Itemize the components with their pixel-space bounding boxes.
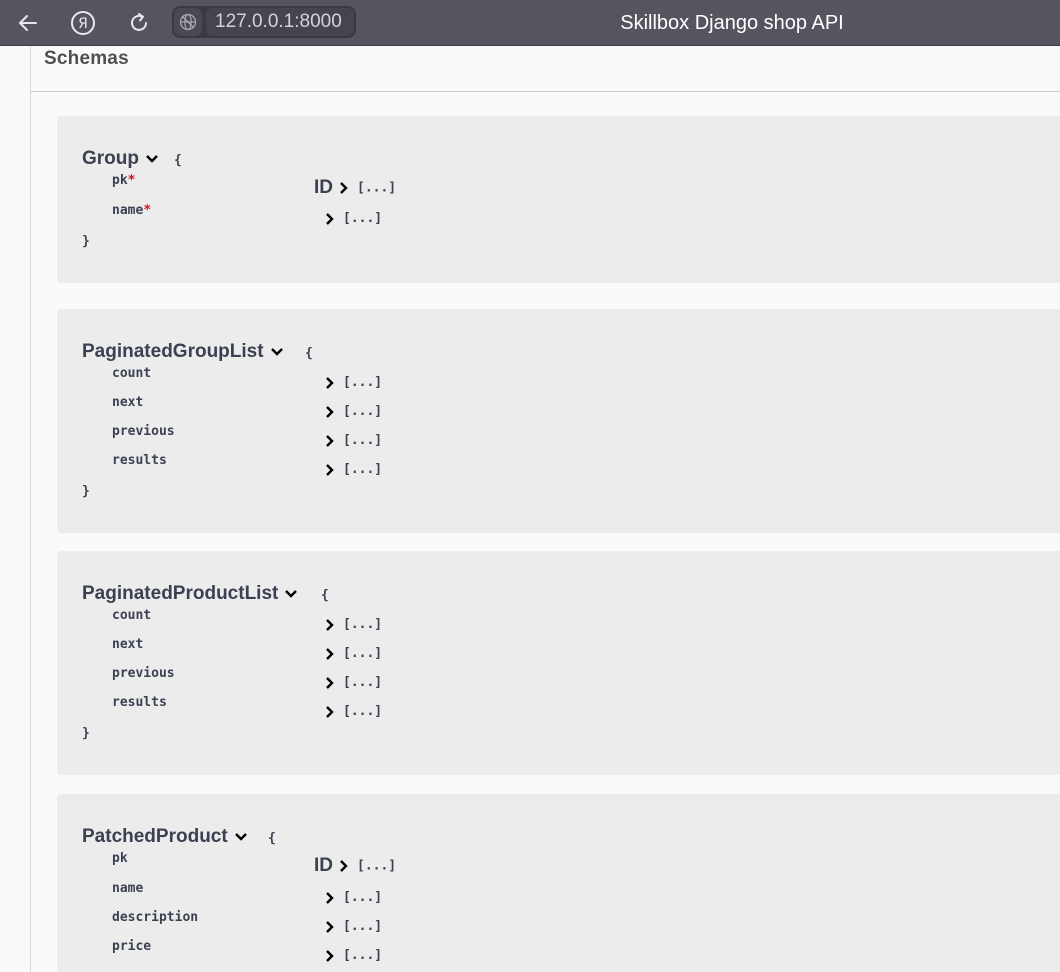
model-name[interactable]: PatchedProduct [82, 826, 248, 848]
model-paginated-product-list: PaginatedProductList { count next previo… [57, 551, 1060, 775]
property-previous: previous [112, 424, 175, 439]
chevron-right-icon[interactable] [325, 405, 335, 419]
property-value[interactable]: [...] [325, 433, 382, 448]
property-count: count [112, 366, 152, 381]
close-brace: } [82, 726, 90, 741]
model-name-label: PatchedProduct [82, 826, 228, 847]
address-bar[interactable]: 127.0.0.1:8000 [172, 6, 356, 38]
chevron-right-icon[interactable] [325, 618, 335, 632]
property-count: count [112, 608, 152, 623]
property-value[interactable]: [...] [325, 617, 382, 632]
property-next: next [112, 637, 144, 652]
property-value[interactable]: [...] [325, 948, 382, 963]
type-label: ID [314, 177, 333, 198]
property-value[interactable]: [...] [325, 675, 382, 690]
close-brace: } [82, 234, 90, 249]
collapsed-value: [...] [343, 890, 383, 905]
property-value[interactable]: [...] [325, 890, 382, 905]
property-results: results [112, 695, 167, 710]
property-value[interactable]: [...] [325, 462, 382, 477]
chevron-down-icon[interactable] [284, 589, 298, 599]
chevron-right-icon[interactable] [325, 891, 335, 905]
property-value[interactable]: [...] [325, 375, 382, 390]
chevron-right-icon[interactable] [325, 647, 335, 661]
model-name-label: Group [82, 148, 139, 169]
chevron-right-icon[interactable] [339, 181, 349, 195]
property-price: price [112, 939, 152, 954]
property-pk: pk* [112, 173, 135, 188]
required-marker: * [143, 203, 152, 218]
property-value[interactable]: [...] [325, 404, 382, 419]
chevron-right-icon[interactable] [339, 859, 349, 873]
model-name[interactable]: Group [82, 148, 159, 170]
chevron-right-icon[interactable] [325, 212, 335, 226]
collapsed-value: [...] [343, 919, 383, 934]
back-arrow-icon[interactable] [13, 8, 43, 38]
reload-icon[interactable] [124, 8, 154, 38]
model-paginated-group-list: PaginatedGroupList { count next previous… [57, 309, 1060, 533]
model-name[interactable]: PaginatedProductList [82, 583, 298, 605]
model-name-label: PaginatedGroupList [82, 341, 264, 362]
open-brace: { [321, 588, 329, 603]
collapsed-value: [...] [343, 948, 383, 963]
collapsed-value: [...] [343, 675, 383, 690]
collapsed-value: [...] [343, 462, 383, 477]
collapsed-value: [...] [343, 704, 383, 719]
collapsed-value: [...] [343, 433, 383, 448]
collapsed-value: [...] [357, 180, 397, 196]
property-value[interactable]: [...] [325, 211, 382, 226]
model-name[interactable]: PaginatedGroupList [82, 341, 284, 363]
collapsed-value: [...] [343, 617, 383, 632]
property-name: name* [112, 203, 151, 218]
svg-text:Я: Я [78, 16, 88, 32]
chevron-right-icon[interactable] [325, 920, 335, 934]
model-name-label: PaginatedProductList [82, 583, 279, 604]
collapsed-value: [...] [343, 211, 383, 226]
property-value[interactable]: [...] [325, 646, 382, 661]
property-value[interactable]: ID [...] [314, 855, 396, 877]
property-value[interactable]: ID [...] [314, 177, 396, 199]
open-brace: { [268, 831, 276, 846]
required-marker: * [127, 173, 136, 188]
schemas-title: Schemas [44, 48, 129, 69]
collapsed-value: [...] [343, 375, 383, 390]
globe-icon[interactable] [174, 8, 202, 36]
model-group: Group { pk* name* ID [...] [...] } [57, 116, 1060, 283]
property-value[interactable]: [...] [325, 704, 382, 719]
chevron-right-icon[interactable] [325, 376, 335, 390]
type-label: ID [314, 855, 333, 876]
property-pk: pk [112, 851, 128, 866]
close-brace: } [82, 484, 90, 499]
property-value[interactable]: [...] [325, 919, 382, 934]
chevron-right-icon[interactable] [325, 705, 335, 719]
collapsed-value: [...] [343, 646, 383, 661]
property-name: name [112, 881, 144, 896]
chevron-right-icon[interactable] [325, 434, 335, 448]
chevron-down-icon[interactable] [234, 832, 248, 842]
property-name: name [112, 203, 144, 218]
url-text[interactable]: 127.0.0.1:8000 [206, 8, 354, 36]
property-results: results [112, 453, 167, 468]
swagger-content: Schemas Group { pk* name* ID [...] [...] … [30, 46, 1060, 972]
chevron-right-icon[interactable] [325, 949, 335, 963]
property-previous: previous [112, 666, 175, 681]
collapsed-value: [...] [357, 858, 397, 874]
yandex-icon[interactable]: Я [68, 8, 98, 38]
chevron-down-icon[interactable] [270, 347, 284, 357]
property-next: next [112, 395, 144, 410]
browser-toolbar: Я 127.0.0.1:8000 Skillbox Django shop AP… [0, 0, 1060, 46]
open-brace: { [305, 346, 313, 361]
property-name: pk [112, 173, 128, 188]
chevron-down-icon[interactable] [145, 154, 159, 164]
model-patched-product: PatchedProduct { pk name description pri… [57, 794, 1060, 972]
chevron-right-icon[interactable] [325, 463, 335, 477]
schemas-section-header[interactable]: Schemas [31, 46, 1060, 92]
property-description: description [112, 910, 199, 925]
open-brace: { [174, 153, 182, 168]
chevron-right-icon[interactable] [325, 676, 335, 690]
collapsed-value: [...] [343, 404, 383, 419]
page-title: Skillbox Django shop API [620, 12, 844, 34]
